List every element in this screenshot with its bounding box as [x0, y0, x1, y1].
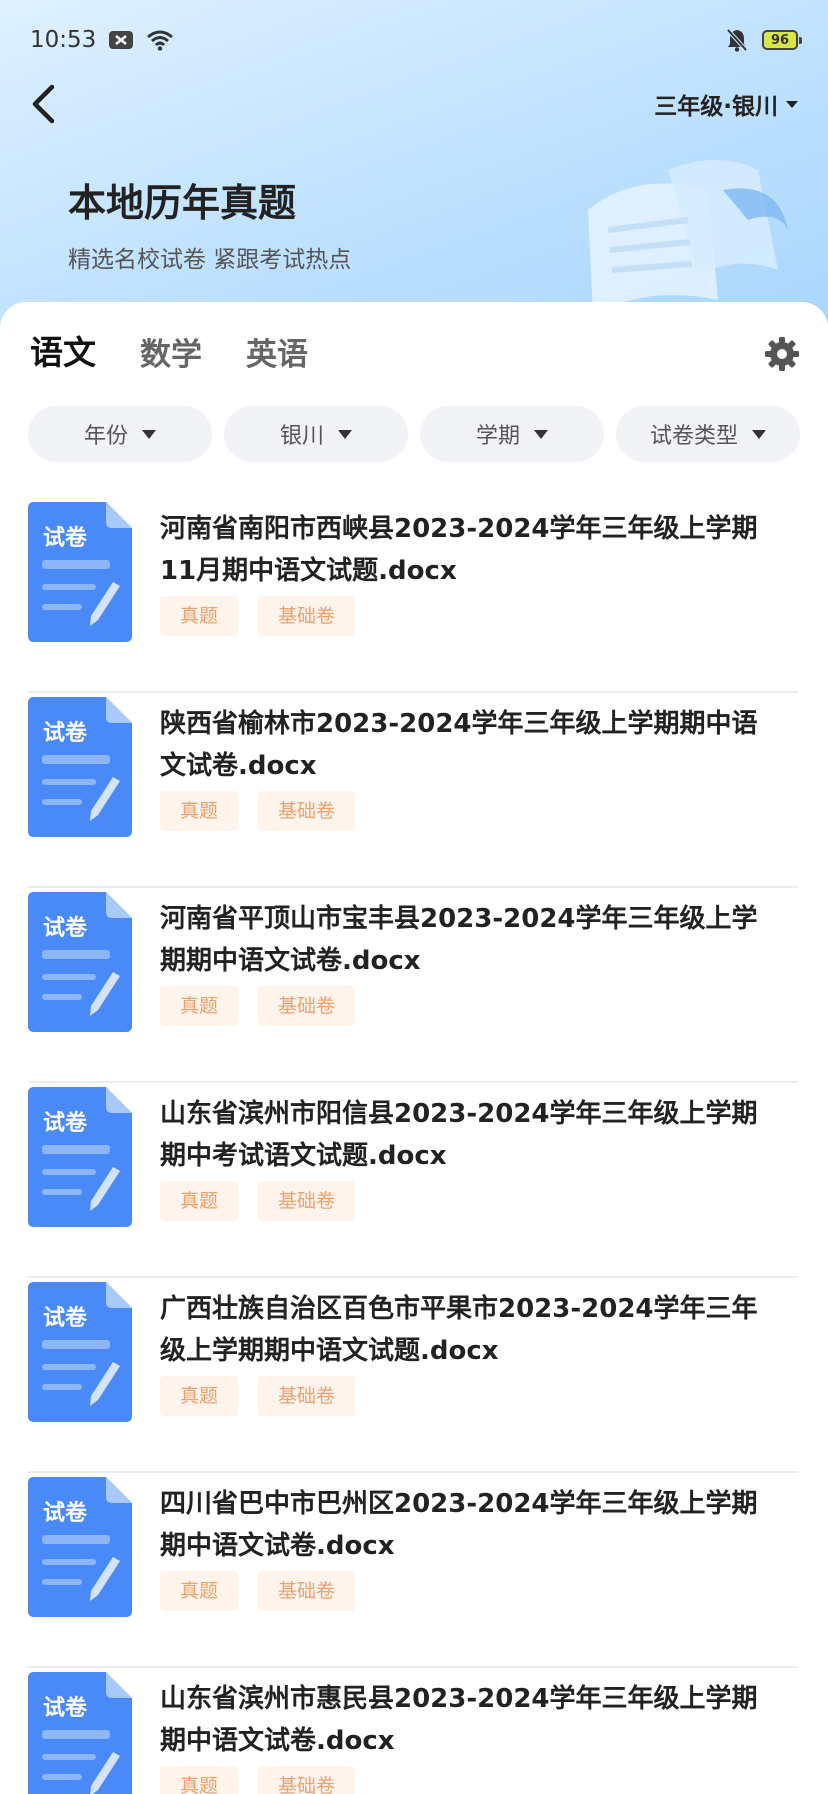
tag-group: 真题 基础卷 — [160, 1571, 798, 1611]
caret-down-icon — [338, 429, 352, 439]
filter-label: 学期 — [475, 424, 520, 449]
caret-down-icon — [142, 429, 156, 439]
tag-badge: 真题 — [160, 791, 239, 831]
tag-badge: 基础卷 — [258, 791, 356, 831]
caret-down-icon — [534, 429, 548, 439]
document-icon: 试卷 — [28, 1282, 132, 1422]
tag-group: 真题 基础卷 — [160, 1766, 798, 1794]
battery-icon: 96 — [762, 30, 802, 50]
doc-icon-label: 试卷 — [43, 1306, 88, 1331]
chevron-left-icon — [32, 84, 55, 124]
tag-badge: 基础卷 — [258, 986, 356, 1026]
document-icon: 试卷 — [28, 697, 132, 837]
filter-label: 年份 — [83, 424, 128, 449]
document-icon: 试卷 — [28, 892, 132, 1032]
page-title: 本地历年真题 — [68, 181, 297, 225]
paper-title: 河南省南阳市西峡县2023-2024学年三年级上学期11月期中语文试题.docx — [160, 514, 758, 586]
tab-english[interactable]: 英语 — [246, 329, 308, 374]
filter-semester[interactable]: 学期 — [420, 406, 604, 462]
list-item[interactable]: 试卷 陕西省榆林市2023-2024学年三年级上学期期中语文试卷.docx 真题… — [28, 693, 798, 888]
doc-icon-label: 试卷 — [43, 721, 88, 746]
tag-badge: 基础卷 — [258, 1181, 356, 1221]
doc-icon-label: 试卷 — [43, 916, 88, 941]
gear-icon — [765, 337, 799, 371]
document-icon: 试卷 — [28, 1087, 132, 1227]
header-banner: 10:53 96 三年级·银川 本地历年真题 精选名校试卷 紧跟考试热点 — [0, 0, 828, 330]
tab-chinese[interactable]: 语文 — [26, 326, 100, 374]
newspaper-decoration-icon — [588, 160, 788, 315]
paper-title: 四川省巴中市巴州区2023-2024学年三年级上学期期中语文试卷.docx — [160, 1489, 758, 1561]
document-icon: 试卷 — [28, 1672, 132, 1794]
caret-down-icon — [752, 429, 766, 439]
list-item[interactable]: 试卷 河南省平顶山市宝丰县2023-2024学年三年级上学期期中语文试卷.doc… — [28, 888, 798, 1083]
tag-group: 真题 基础卷 — [160, 791, 798, 831]
tag-badge: 真题 — [160, 1766, 239, 1794]
filter-paper-type[interactable]: 试卷类型 — [616, 406, 800, 462]
filter-region[interactable]: 银川 — [224, 406, 408, 462]
list-item[interactable]: 试卷 山东省滨州市阳信县2023-2024学年三年级上学期期中考试语文试题.do… — [28, 1083, 798, 1278]
doc-icon-label: 试卷 — [43, 1501, 88, 1526]
tag-badge: 基础卷 — [258, 1571, 356, 1611]
nav-bar: 三年级·银川 — [0, 78, 828, 130]
list-item[interactable]: 试卷 山东省滨州市惠民县2023-2024学年三年级上学期期中语文试卷.docx… — [28, 1668, 798, 1794]
paper-title: 山东省滨州市惠民县2023-2024学年三年级上学期期中语文试卷.docx — [160, 1684, 758, 1756]
list-item[interactable]: 试卷 河南省南阳市西峡县2023-2024学年三年级上学期11月期中语文试题.d… — [28, 498, 798, 693]
doc-icon-label: 试卷 — [43, 1696, 88, 1721]
doc-icon-label: 试卷 — [43, 526, 88, 551]
status-bar: 10:53 96 — [0, 0, 828, 80]
battery-level: 96 — [770, 32, 790, 48]
tag-group: 真题 基础卷 — [160, 596, 798, 636]
tag-badge: 真题 — [160, 1376, 239, 1416]
mute-bell-icon — [726, 28, 748, 52]
grade-region-label: 三年级·银川 — [654, 94, 778, 120]
tag-group: 真题 基础卷 — [160, 1376, 798, 1416]
document-icon: 试卷 — [28, 1477, 132, 1617]
list-item[interactable]: 试卷 四川省巴中市巴州区2023-2024学年三年级上学期期中语文试卷.docx… — [28, 1473, 798, 1668]
tag-badge: 基础卷 — [258, 1766, 356, 1794]
tag-badge: 真题 — [160, 1181, 239, 1221]
paper-list: 试卷 河南省南阳市西峡县2023-2024学年三年级上学期11月期中语文试题.d… — [28, 498, 798, 1794]
page-subtitle: 精选名校试卷 紧跟考试热点 — [68, 247, 352, 273]
back-button[interactable] — [30, 79, 70, 129]
list-item[interactable]: 试卷 广西壮族自治区百色市平果市2023-2024学年三年级上学期期中语文试题.… — [28, 1278, 798, 1473]
tag-group: 真题 基础卷 — [160, 986, 798, 1026]
subject-tabs: 语文 数学 英语 — [26, 326, 308, 374]
filter-label: 银川 — [279, 424, 324, 449]
document-icon: 试卷 — [28, 502, 132, 642]
caret-down-icon — [786, 100, 798, 108]
paper-title: 广西壮族自治区百色市平果市2023-2024学年三年级上学期期中语文试题.doc… — [160, 1294, 758, 1366]
tag-badge: 真题 — [160, 1571, 239, 1611]
paper-title: 陕西省榆林市2023-2024学年三年级上学期期中语文试卷.docx — [160, 709, 758, 781]
paper-title: 河南省平顶山市宝丰县2023-2024学年三年级上学期期中语文试卷.docx — [160, 904, 758, 976]
grade-region-selector[interactable]: 三年级·银川 — [654, 87, 798, 121]
notification-icon — [109, 31, 134, 49]
filter-bar: 年份 银川 学期 试卷类型 — [28, 406, 800, 462]
doc-icon-label: 试卷 — [43, 1111, 88, 1136]
tag-badge: 真题 — [160, 596, 239, 636]
filter-year[interactable]: 年份 — [28, 406, 212, 462]
content-panel: 语文 数学 英语 年份 银川 学期 试卷类型 试卷 河南省南阳市西峡县2023-… — [0, 302, 828, 1794]
wifi-icon — [147, 30, 174, 51]
filter-label: 试卷类型 — [649, 424, 738, 449]
tag-badge: 真题 — [160, 986, 239, 1026]
tag-group: 真题 基础卷 — [160, 1181, 798, 1221]
status-time: 10:53 — [30, 27, 97, 53]
tag-badge: 基础卷 — [258, 596, 356, 636]
tab-math[interactable]: 数学 — [140, 329, 202, 374]
settings-button[interactable] — [764, 336, 800, 372]
tag-badge: 基础卷 — [258, 1376, 356, 1416]
paper-title: 山东省滨州市阳信县2023-2024学年三年级上学期期中考试语文试题.docx — [160, 1099, 758, 1171]
